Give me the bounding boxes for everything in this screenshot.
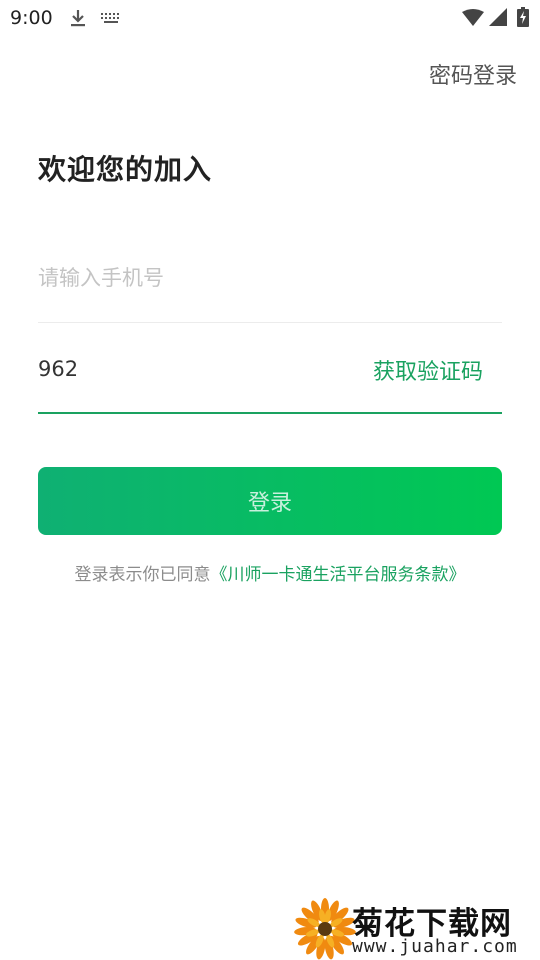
signal-icon [489, 8, 507, 26]
phone-divider [38, 322, 502, 323]
agreement-text: 登录表示你已同意《川师一卡通生活平台服务条款》 [0, 560, 540, 585]
battery-icon [517, 7, 529, 27]
login-button[interactable]: 登录 [38, 467, 502, 535]
password-login-link[interactable]: 密码登录 [429, 58, 517, 90]
watermark-url: www.juahar.com [352, 936, 518, 957]
keyboard-icon [101, 13, 119, 23]
verification-code-input[interactable] [38, 344, 338, 394]
status-time: 9:00 [10, 7, 53, 29]
code-divider [38, 412, 502, 414]
status-bar: 9:00 [0, 0, 540, 36]
download-icon [71, 10, 85, 27]
terms-link[interactable]: 《川师一卡通生活平台服务条款》 [211, 565, 466, 585]
watermark: 菊花下载网 www.juahar.com [294, 896, 540, 960]
page-title: 欢迎您的加入 [38, 153, 213, 186]
flower-logo-icon [294, 898, 356, 960]
get-code-button[interactable]: 获取验证码 [373, 354, 483, 386]
phone-input[interactable] [38, 250, 502, 306]
agreement-prefix: 登录表示你已同意 [74, 565, 211, 585]
wifi-icon [462, 9, 484, 26]
